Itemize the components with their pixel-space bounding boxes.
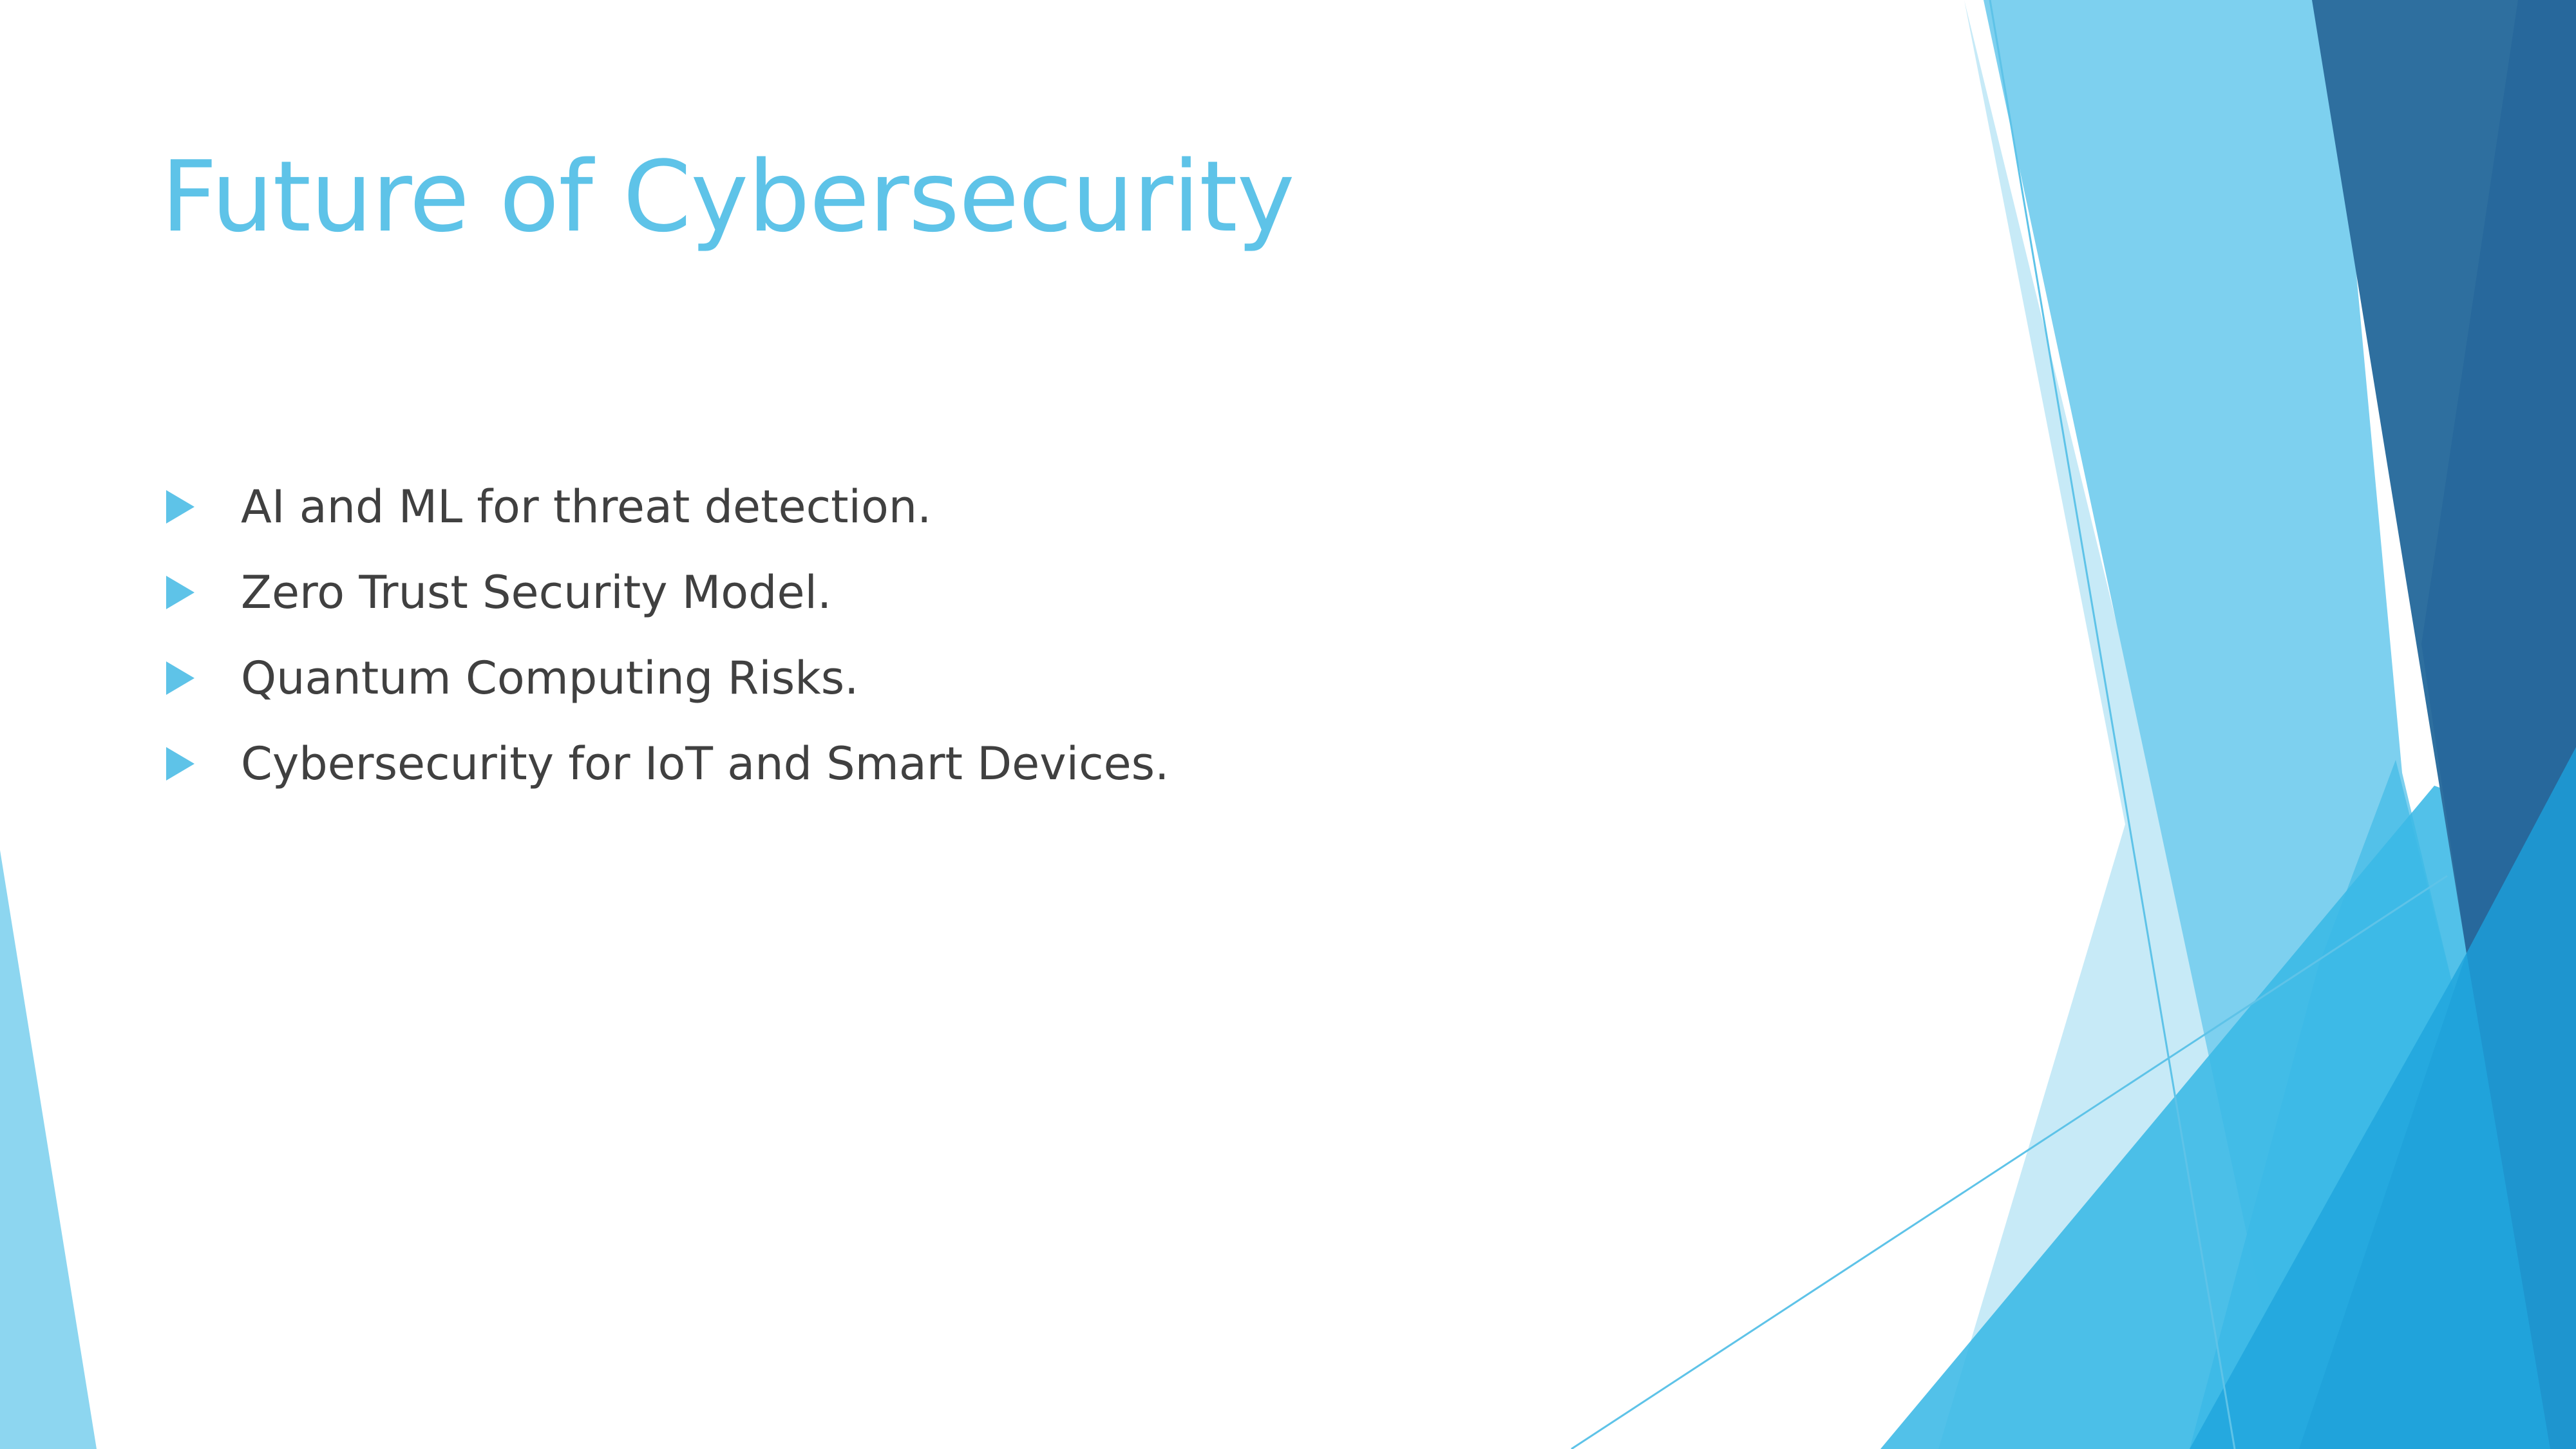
triangle-right-icon [166, 575, 194, 609]
bullet-text: Zero Trust Security Model. [241, 565, 832, 619]
left-accent-shape [0, 850, 97, 1449]
bullet-list: AI and ML for threat detection. Zero Tru… [166, 464, 1169, 806]
bullet-text: AI and ML for threat detection. [241, 480, 932, 533]
triangle-right-icon [166, 746, 194, 781]
bullet-text: Cybersecurity for IoT and Smart Devices. [241, 737, 1170, 790]
bullet-text: Quantum Computing Risks. [241, 651, 859, 705]
triangle-right-icon [166, 661, 194, 695]
slide-title: Future of Cybersecurity [161, 140, 1295, 254]
list-item: Cybersecurity for IoT and Smart Devices. [166, 721, 1169, 806]
slide: Future of Cybersecurity AI and ML for th… [0, 0, 2576, 1449]
list-item: Quantum Computing Risks. [166, 635, 1169, 721]
list-item: AI and ML for threat detection. [166, 464, 1169, 549]
triangle-right-icon [166, 489, 194, 524]
list-item: Zero Trust Security Model. [166, 549, 1169, 635]
